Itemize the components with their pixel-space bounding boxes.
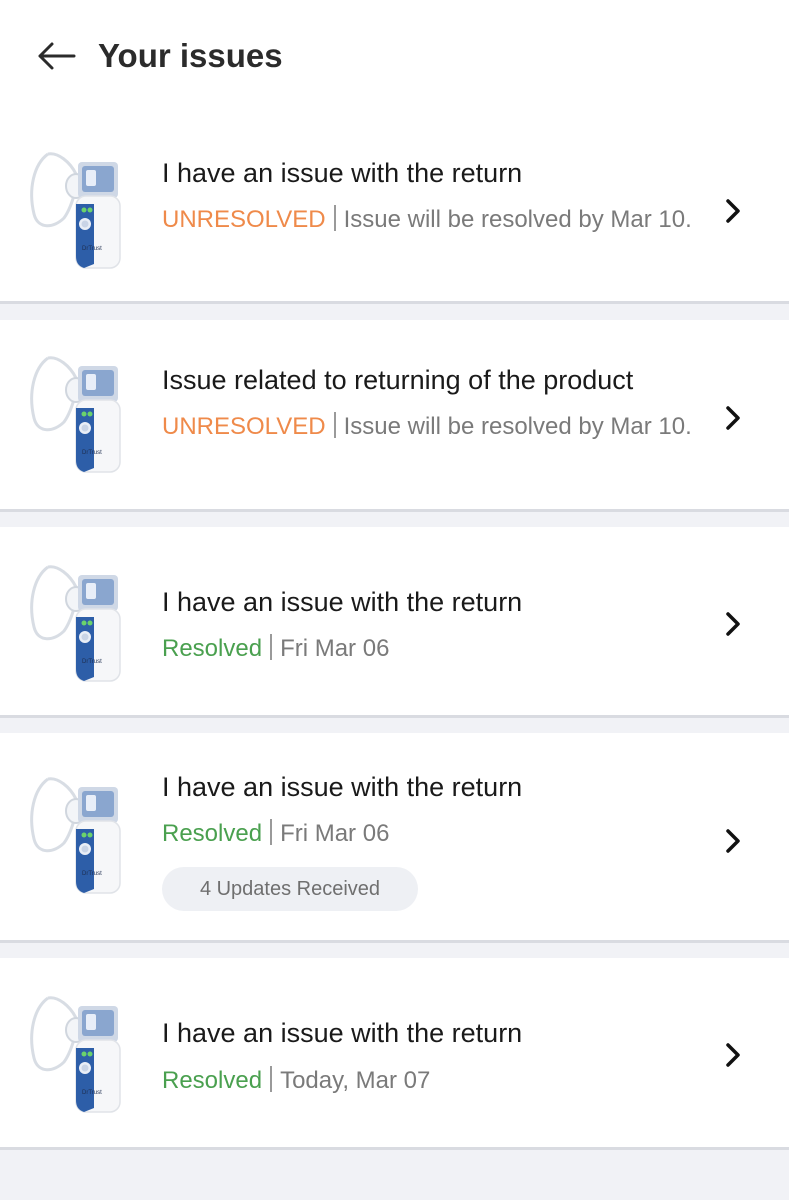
issue-status-line: UNRESOLVED Issue will be resolved by Mar … — [162, 204, 702, 236]
issue-title: I have an issue with the return — [162, 1018, 523, 1048]
chevron-right-icon[interactable] — [720, 826, 746, 856]
issue-detail: Issue will be resolved by Mar 10. — [343, 413, 692, 440]
issue-card[interactable]: I have an issue with the return Resolved… — [0, 958, 789, 1150]
nebulizer-product-image — [26, 144, 136, 274]
chevron-right-icon[interactable] — [720, 609, 746, 639]
divider — [333, 205, 336, 231]
divider — [270, 819, 273, 845]
status-badge: UNRESOLVED — [162, 413, 326, 440]
issue-status-line: Resolved Today, Mar 07 — [162, 1065, 702, 1097]
issue-card[interactable]: I have an issue with the return Resolved… — [0, 527, 789, 718]
issue-title: I have an issue with the return — [162, 772, 523, 802]
arrow-left-icon — [38, 42, 76, 70]
issue-detail: Fri Mar 06 — [280, 635, 390, 662]
chevron-right-icon[interactable] — [720, 1040, 746, 1070]
nebulizer-product-image — [26, 348, 136, 478]
nebulizer-product-image — [26, 988, 136, 1118]
issue-detail: Issue will be resolved by Mar 10. — [343, 206, 692, 233]
divider — [270, 634, 273, 660]
divider — [270, 1066, 273, 1092]
issue-status-line: Resolved Fri Mar 06 — [162, 633, 702, 665]
status-badge: UNRESOLVED — [162, 206, 326, 233]
chevron-right-icon[interactable] — [720, 196, 746, 226]
status-badge: Resolved — [162, 635, 263, 662]
header: Your issues — [0, 0, 789, 116]
issue-status-line: UNRESOLVED Issue will be resolved by Mar … — [162, 411, 702, 443]
issue-title: I have an issue with the return — [162, 158, 523, 188]
page-title: Your issues — [98, 37, 283, 74]
status-badge: Resolved — [162, 1067, 263, 1094]
issue-card[interactable]: I have an issue with the return Resolved… — [0, 733, 789, 943]
back-button[interactable] — [32, 36, 80, 76]
divider — [333, 412, 336, 438]
chevron-right-icon[interactable] — [720, 403, 746, 433]
nebulizer-product-image — [26, 769, 136, 899]
issue-card[interactable]: I have an issue with the return UNRESOLV… — [0, 116, 789, 304]
issue-status-line: Resolved Fri Mar 06 — [162, 818, 702, 850]
issue-title: I have an issue with the return — [162, 587, 523, 617]
issue-detail: Today, Mar 07 — [280, 1067, 431, 1094]
issue-card[interactable]: Issue related to returning of the produc… — [0, 320, 789, 512]
status-badge: Resolved — [162, 820, 263, 847]
nebulizer-product-image — [26, 557, 136, 687]
issue-detail: Fri Mar 06 — [280, 820, 390, 847]
issue-title: Issue related to returning of the produc… — [162, 365, 634, 395]
issues-page: Your issues I have an issue with the ret… — [0, 0, 789, 1200]
updates-received-badge[interactable]: 4 Updates Received — [162, 867, 418, 911]
